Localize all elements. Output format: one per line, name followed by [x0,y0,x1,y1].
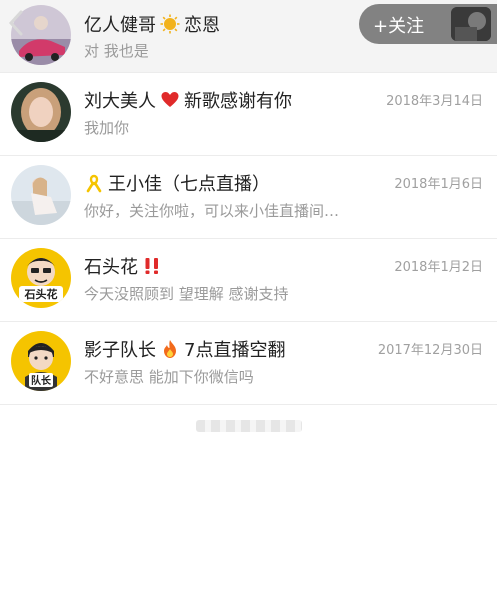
conversation-item[interactable]: 队长 影子队长 7点直播空翻 2017年12月30日 不好意思 能加下你微信吗 [0,322,497,405]
message-date: 2017年12月30日 [377,343,483,358]
last-message: 对 我也是 [84,42,149,60]
contact-name-text: 王小佳（七点直播） [108,174,270,195]
contact-name-suffix: 新歌感谢有你 [184,91,292,112]
avatar-caption: 石头花 [24,287,58,301]
contact-name-text: 亿人健哥 [84,15,156,36]
double-exclamation-icon [145,258,158,274]
follow-label: +关注 [373,16,425,37]
contact-name: 影子队长 7点直播空翻 [84,336,285,362]
avatar [11,82,71,142]
yellow-ribbon-icon [86,174,102,193]
sun-emoji-icon [160,14,180,34]
contact-name-text: 石头花 [84,257,138,278]
message-date: 2018年1月2日 [394,260,483,275]
conversation-item[interactable]: 石头花 石头花 2018年1月2日 今天没照顾到 望理解 感谢支持 [0,239,497,322]
conversation-item[interactable]: 王小佳（七点直播） 2018年1月6日 你好，关注你啦，可以来小佳直播间… [0,156,497,239]
avatar: 石头花 [11,248,71,308]
avatar: 队长 [11,331,71,391]
contact-name-text: 刘大美人 [84,91,156,112]
chevron-left-icon [8,10,23,36]
contact-name: 石头花 [84,253,162,279]
contact-name-suffix: 7点直播空翻 [184,340,286,361]
back-button[interactable] [6,8,28,38]
blurred-watermark [196,420,302,432]
contact-name-suffix: 恋恩 [184,15,220,36]
avatar-caption: 队长 [31,374,52,387]
fire-icon [164,340,176,358]
contact-name: 亿人健哥 恋恩 [84,11,220,37]
red-heart-icon [161,92,179,107]
last-message: 今天没照顾到 望理解 感谢支持 [84,285,289,303]
follow-button[interactable]: +关注 [359,4,497,44]
avatar [11,165,71,225]
contact-name-text: 影子队长 [84,340,156,361]
conversation-list: 亿人健哥 恋恩 对 我也是 刘大美人 新歌感谢有你 2018年3月14日 我加你… [0,0,497,405]
last-message: 你好，关注你啦，可以来小佳直播间… [84,202,340,220]
message-date: 2018年3月14日 [386,94,483,109]
contact-name: 王小佳（七点直播） [84,170,270,196]
last-message: 不好意思 能加下你微信吗 [84,368,254,386]
contact-name: 刘大美人 新歌感谢有你 [84,87,292,113]
video-thumbnail [451,7,491,41]
last-message: 我加你 [84,119,130,137]
conversation-item[interactable]: 刘大美人 新歌感谢有你 2018年3月14日 我加你 [0,73,497,156]
message-date: 2018年1月6日 [394,177,483,192]
